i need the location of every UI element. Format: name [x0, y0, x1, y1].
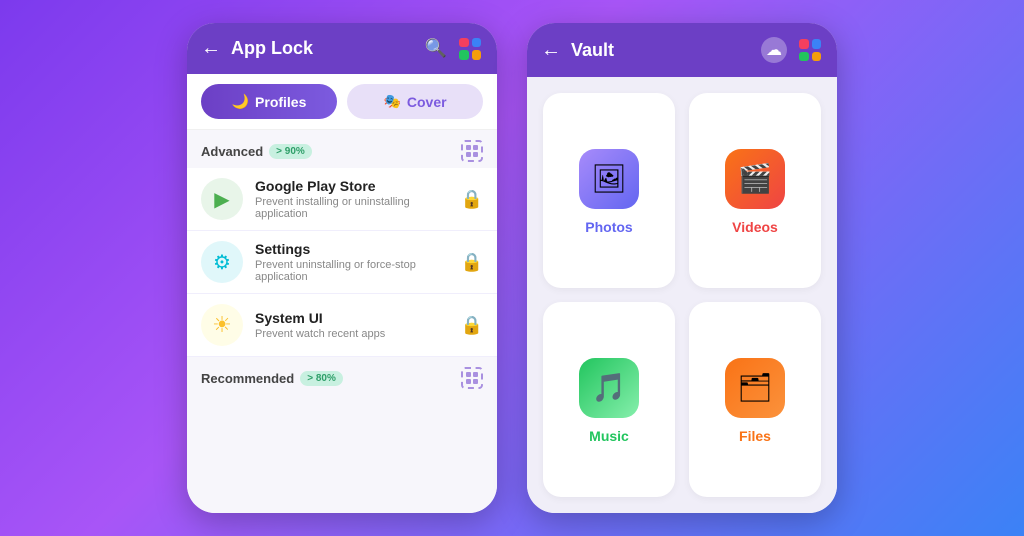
- vault-card-files[interactable]: 🗂 Files: [689, 302, 821, 497]
- vault-card-videos[interactable]: 🎬 Videos: [689, 93, 821, 288]
- vault-back-button[interactable]: ←: [541, 39, 561, 62]
- playstore-name: Google Play Store: [255, 178, 449, 194]
- advanced-grid-toggle[interactable]: [461, 140, 483, 162]
- music-label: Music: [589, 428, 629, 444]
- vault-phone: ← Vault ☁ 🖼 Photos 🎬 Videos: [527, 23, 837, 513]
- systemui-name: System UI: [255, 310, 449, 326]
- systemui-desc: Prevent watch recent apps: [255, 328, 449, 340]
- vault-card-music[interactable]: 🎵 Music: [543, 302, 675, 497]
- systemui-icon: ☀: [201, 304, 243, 346]
- tab-bar: 🌙 Profiles 🎭 Cover: [187, 74, 497, 130]
- settings-lock: 🔒: [461, 252, 483, 273]
- photos-label: Photos: [585, 219, 632, 235]
- vault-grid-icon[interactable]: [799, 39, 821, 61]
- settings-info: Settings Prevent uninstalling or force-s…: [255, 241, 449, 283]
- photos-icon: 🖼: [579, 149, 639, 209]
- applock-header: ← App Lock 🔍: [187, 23, 497, 74]
- applock-phone: ← App Lock 🔍 🌙 Profiles 🎭 Cover Advanc: [187, 23, 497, 513]
- applock-title: App Lock: [231, 38, 415, 59]
- advanced-section-header: Advanced > 90%: [187, 130, 497, 168]
- grid-icon[interactable]: [459, 38, 481, 60]
- settings-icon: ⚙: [201, 241, 243, 283]
- vault-header: ← Vault ☁: [527, 23, 837, 77]
- recommended-label: Recommended > 80%: [201, 371, 343, 386]
- vault-header-icons: ☁: [761, 37, 821, 63]
- app-list: Advanced > 90% ▶ Google Play Store Preve…: [187, 130, 497, 513]
- vault-card-photos[interactable]: 🖼 Photos: [543, 93, 675, 288]
- cloud-icon[interactable]: ☁: [761, 37, 787, 63]
- settings-desc: Prevent uninstalling or force-stop appli…: [255, 259, 449, 283]
- recommended-grid-toggle[interactable]: [461, 367, 483, 389]
- playstore-desc: Prevent installing or uninstalling appli…: [255, 196, 449, 220]
- search-icon[interactable]: 🔍: [425, 38, 447, 59]
- playstore-icon: ▶: [201, 178, 243, 220]
- playstore-lock: 🔒: [461, 189, 483, 210]
- cover-tab-icon: 🎭: [383, 93, 400, 110]
- applock-header-icons: 🔍: [425, 38, 481, 60]
- profiles-tab-icon: 🌙: [232, 93, 249, 110]
- music-icon: 🎵: [579, 358, 639, 418]
- files-icon: 🗂: [725, 358, 785, 418]
- files-label: Files: [739, 428, 771, 444]
- vault-grid: 🖼 Photos 🎬 Videos 🎵 Music 🗂 Files: [527, 77, 837, 513]
- applock-back-button[interactable]: ←: [201, 37, 221, 60]
- tab-cover[interactable]: 🎭 Cover: [347, 84, 483, 119]
- vault-title: Vault: [571, 40, 751, 61]
- app-item-playstore[interactable]: ▶ Google Play Store Prevent installing o…: [187, 168, 497, 231]
- systemui-lock: 🔒: [461, 315, 483, 336]
- app-item-settings[interactable]: ⚙ Settings Prevent uninstalling or force…: [187, 231, 497, 294]
- playstore-info: Google Play Store Prevent installing or …: [255, 178, 449, 220]
- app-item-systemui[interactable]: ☀ System UI Prevent watch recent apps 🔒: [187, 294, 497, 357]
- tab-profiles[interactable]: 🌙 Profiles: [201, 84, 337, 119]
- advanced-label: Advanced > 90%: [201, 144, 312, 159]
- cover-tab-label: Cover: [407, 94, 447, 110]
- recommended-badge: > 80%: [300, 371, 343, 386]
- systemui-info: System UI Prevent watch recent apps: [255, 310, 449, 340]
- advanced-badge: > 90%: [269, 144, 312, 159]
- recommended-section-header: Recommended > 80%: [187, 357, 497, 395]
- videos-label: Videos: [732, 219, 778, 235]
- profiles-tab-label: Profiles: [255, 94, 306, 110]
- settings-name: Settings: [255, 241, 449, 257]
- videos-icon: 🎬: [725, 149, 785, 209]
